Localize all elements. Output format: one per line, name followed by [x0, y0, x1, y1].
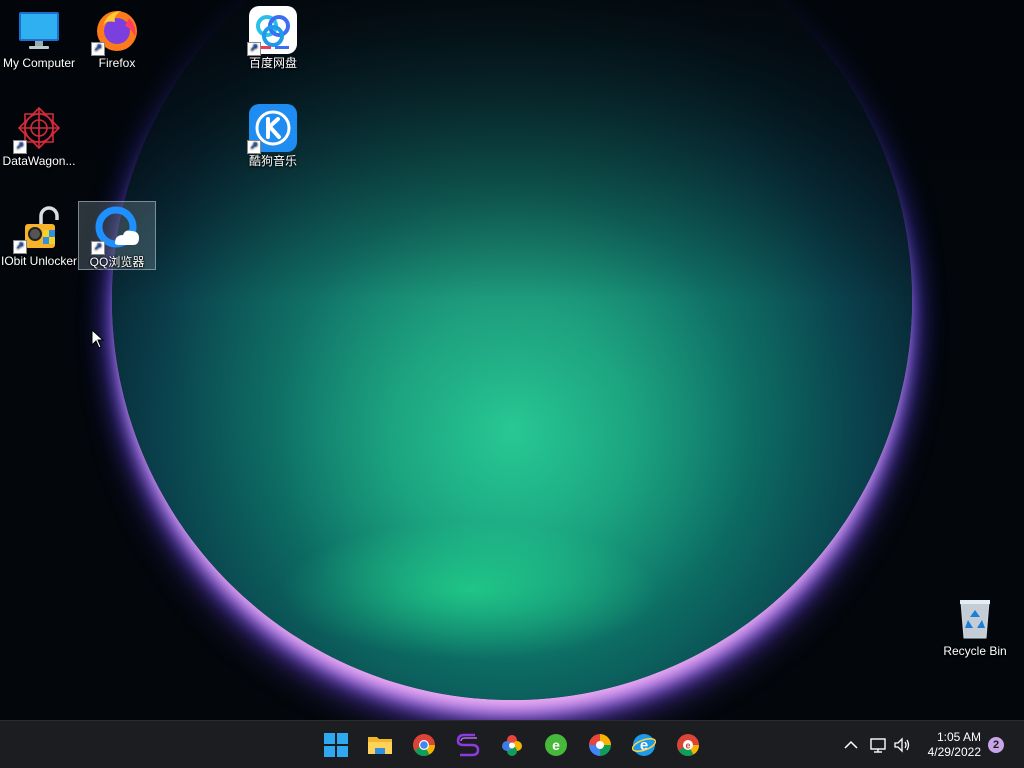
internet-explorer-button[interactable]: e	[628, 729, 660, 761]
volume-button[interactable]	[892, 735, 912, 755]
file-explorer-button[interactable]	[364, 729, 396, 761]
desktop-icon-firefox[interactable]: ↗ Firefox	[78, 0, 156, 71]
network-icon	[870, 738, 886, 753]
green-e-app-button[interactable]: e	[540, 729, 572, 761]
pinwheel-app-button[interactable]	[496, 729, 528, 761]
s-app-button[interactable]	[452, 729, 484, 761]
desktop-icon-kugou-music[interactable]: ↗ 酷狗音乐	[234, 98, 312, 169]
desktop-icon-label: 百度网盘	[248, 56, 297, 70]
show-hidden-icons-button[interactable]	[841, 735, 861, 755]
notification-badge[interactable]: 2	[988, 737, 1004, 753]
desktop-icon-iobit-unlocker[interactable]: ↗ IObit Unlocker	[0, 198, 78, 269]
desktop[interactable]: My Computer ↗ Firefox ↗ 百度网盘 ↗ DataWagon…	[0, 0, 1024, 720]
chrome-icon	[413, 734, 435, 756]
pinwheel-icon	[502, 735, 522, 756]
datawagon-icon: ↗	[13, 104, 63, 154]
mouse-cursor-icon	[91, 328, 105, 354]
green-e-icon: e	[545, 734, 567, 756]
desktop-icon-my-computer[interactable]: My Computer	[0, 0, 78, 71]
kugou-music-icon: ↗	[247, 104, 297, 154]
colorful-ring-icon	[589, 734, 611, 756]
shortcut-arrow-icon: ↗	[13, 240, 27, 254]
firefox-icon: ↗	[91, 6, 141, 56]
desktop-icon-label: Recycle Bin	[943, 644, 1007, 658]
taskbar: e e e 1:05 AM 4/29/2022 2	[0, 720, 1024, 768]
svg-text:e: e	[552, 737, 560, 753]
shortcut-arrow-icon: ↗	[247, 140, 261, 154]
baidu-netdisk-icon: ↗	[247, 6, 297, 56]
chrome-2-button[interactable]: e	[672, 729, 704, 761]
clock-time: 1:05 AM	[936, 730, 981, 744]
desktop-icon-recycle-bin[interactable]: Recycle Bin	[936, 588, 1014, 659]
iobit-unlocker-icon: ↗	[13, 204, 63, 254]
monitor-icon	[15, 6, 63, 54]
svg-text:e: e	[685, 741, 690, 751]
desktop-icon-label: IObit Unlocker	[0, 254, 78, 268]
desktop-icon-label: QQ浏览器	[89, 255, 145, 269]
desktop-icon-label: 酷狗音乐	[248, 154, 297, 168]
desktop-icon-label: Firefox	[98, 56, 136, 70]
windows-logo-icon	[324, 733, 348, 757]
desktop-icon-datawagon[interactable]: ↗ DataWagon...	[0, 98, 78, 169]
wallpaper-glow	[280, 520, 660, 660]
desktop-icon-qq-browser[interactable]: ↗ QQ浏览器	[78, 201, 156, 270]
desktop-icon-baidu-netdisk[interactable]: ↗ 百度网盘	[234, 0, 312, 71]
network-button[interactable]	[868, 735, 888, 755]
shortcut-arrow-icon: ↗	[247, 42, 261, 56]
recycle-bin-icon	[951, 594, 999, 642]
qq-browser-icon: ↗	[91, 205, 141, 255]
clock-date: 4/29/2022	[927, 745, 981, 759]
folder-icon	[368, 737, 392, 754]
speaker-icon	[894, 737, 910, 753]
shortcut-arrow-icon: ↗	[13, 140, 27, 154]
desktop-icon-label: DataWagon...	[2, 154, 76, 168]
s-logo-icon	[456, 733, 480, 757]
shortcut-arrow-icon: ↗	[91, 241, 105, 255]
desktop-icon-label: My Computer	[2, 56, 76, 70]
colorful-app-button[interactable]	[584, 729, 616, 761]
start-button[interactable]	[320, 729, 352, 761]
shortcut-arrow-icon: ↗	[91, 42, 105, 56]
clock[interactable]: 1:05 AM 4/29/2022	[928, 730, 981, 760]
chrome-icon: e	[677, 734, 699, 756]
chevron-up-icon	[844, 740, 858, 749]
chrome-button[interactable]	[408, 729, 440, 761]
ie-icon: e	[632, 734, 656, 756]
